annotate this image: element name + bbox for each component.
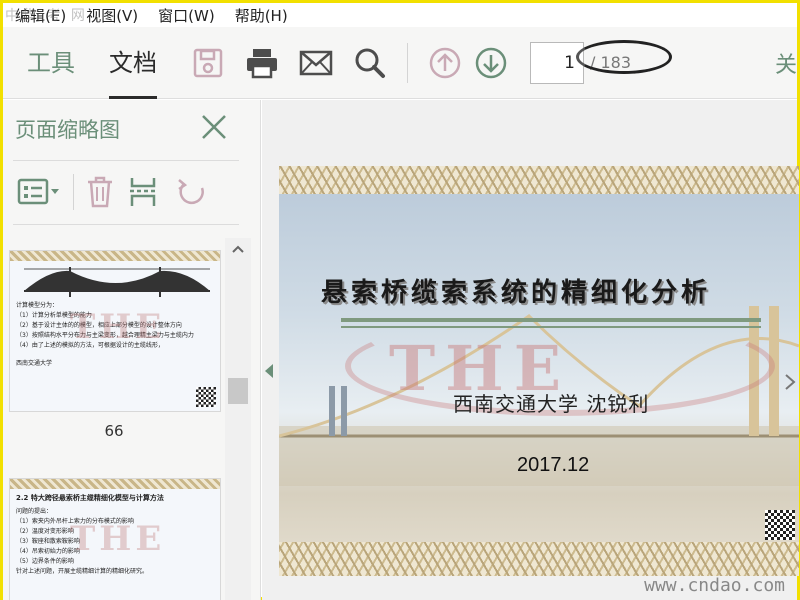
thumbnail-title: 2.2 特大跨径悬索桥主缆精细化模型与计算方法 bbox=[16, 494, 164, 502]
trash-icon[interactable] bbox=[86, 175, 114, 209]
thumbnail-text: 西南交通大学 bbox=[16, 360, 53, 367]
extract-page-icon[interactable] bbox=[128, 175, 158, 209]
highlight-ellipse bbox=[576, 40, 672, 74]
chevron-right-icon[interactable] bbox=[783, 372, 797, 392]
qr-code bbox=[196, 387, 216, 407]
slide-author: 西南交通大学 沈锐利 bbox=[453, 392, 650, 416]
sidebar-divider bbox=[13, 160, 239, 161]
page-number-input[interactable] bbox=[530, 41, 584, 84]
slide-title: 悬索桥缆索系统的精细化分析 bbox=[321, 278, 712, 308]
previous-page-icon[interactable] bbox=[428, 46, 462, 80]
next-page-icon[interactable] bbox=[474, 46, 508, 80]
page-total: / 183 bbox=[576, 40, 672, 74]
menu-window[interactable]: 窗口(W) bbox=[148, 5, 225, 26]
page-thumbnail[interactable]: 计算模型分为： （1）计算分析单模型的能力 （2）基于设计主体的的模型，相应上部… bbox=[9, 250, 221, 412]
thumbnail-border-band bbox=[10, 251, 220, 261]
close-icon[interactable] bbox=[199, 112, 229, 142]
qr-code bbox=[765, 510, 795, 540]
menu-view[interactable]: 视图(V) bbox=[76, 5, 148, 26]
menu-edit[interactable]: 编辑(E) bbox=[3, 5, 76, 26]
thumbnail-watermark: THE bbox=[70, 519, 166, 559]
tools-separator bbox=[73, 174, 74, 210]
site-watermark: www.cndao.com bbox=[644, 575, 785, 596]
slide-date: 2017.12 bbox=[517, 454, 590, 476]
document-view: 悬索桥缆索系统的精细化分析 THE 西南交通大学 沈锐利 2017.12 www… bbox=[262, 100, 799, 600]
thumbnail-text: 问题的提出： bbox=[16, 508, 53, 515]
toolbar-separator bbox=[407, 42, 408, 83]
tab-document[interactable]: 文档 bbox=[109, 27, 157, 99]
page-thumbnail[interactable]: 2.2 特大跨径悬索桥主缆精细化模型与计算方法 问题的提出： （1）索夹内外吊杆… bbox=[9, 478, 221, 600]
thumbnail-sidebar: 页面缩略图 计算模型分为： （1）计算分析单模型的能力 （2）基于设计主体的的模… bbox=[3, 100, 261, 600]
sidebar-divider bbox=[13, 224, 239, 225]
tab-tools[interactable]: 工具 bbox=[27, 27, 75, 99]
thumbnail-border-band bbox=[10, 479, 220, 489]
toolbar: 工具 文档 / 183 关 bbox=[3, 27, 797, 99]
thumbnail-watermark: THE bbox=[70, 307, 166, 347]
thumbnail-text: 针对上述问题，开展主缆精细计算的精细化研究。 bbox=[16, 568, 149, 575]
rotate-icon[interactable] bbox=[176, 175, 208, 209]
menu-help[interactable]: 帮助(H) bbox=[225, 5, 298, 26]
sidebar-title: 页面缩略图 bbox=[15, 118, 120, 142]
scroll-up-icon[interactable] bbox=[225, 238, 251, 260]
mail-icon[interactable] bbox=[299, 46, 333, 80]
sidebar-tools bbox=[3, 170, 261, 214]
decorative-border-top bbox=[279, 166, 799, 194]
print-icon[interactable] bbox=[245, 46, 279, 80]
collapse-sidebar-icon[interactable] bbox=[262, 361, 276, 381]
bridge-diagram bbox=[24, 267, 210, 297]
search-icon[interactable] bbox=[353, 46, 387, 80]
save-icon[interactable] bbox=[191, 46, 225, 80]
scroll-thumb[interactable] bbox=[228, 378, 248, 404]
menu-bar: 编辑(E) 视图(V) 窗口(W) 帮助(H) bbox=[3, 3, 797, 27]
thumbnail-scrollbar[interactable] bbox=[225, 238, 251, 600]
toolbar-overflow[interactable]: 关 bbox=[775, 47, 797, 79]
slide-page: 悬索桥缆索系统的精细化分析 THE 西南交通大学 沈锐利 2017.12 bbox=[279, 166, 799, 576]
decorative-border-bottom bbox=[279, 542, 799, 576]
thumbnail-options-icon[interactable] bbox=[17, 175, 61, 209]
thumbnail-page-number: 66 bbox=[104, 422, 124, 440]
